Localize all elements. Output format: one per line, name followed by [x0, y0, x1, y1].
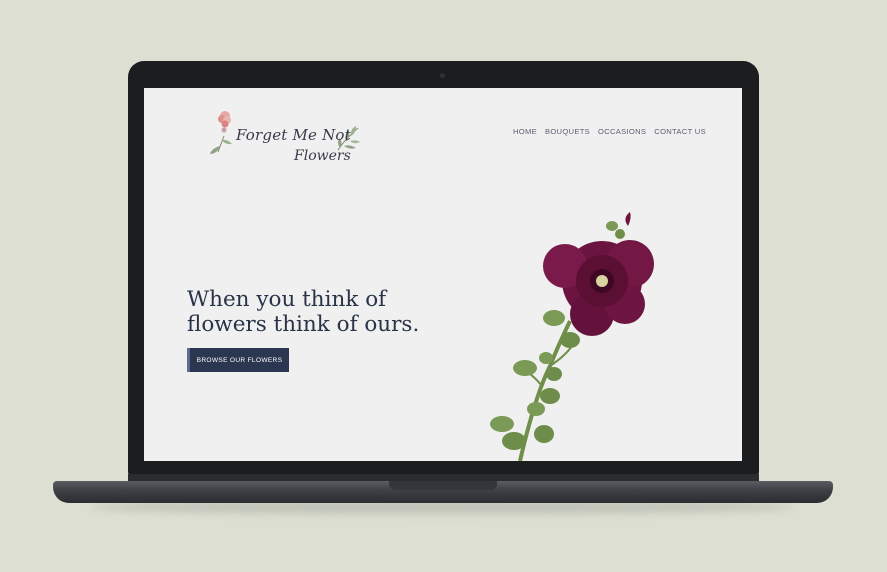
website-screen: Forget Me Not Flowers HOME BOUQUETS OCCA… [144, 88, 742, 461]
brand-subtitle: Flowers [294, 148, 351, 164]
camera-icon [440, 73, 445, 78]
hero-heading-line-1: When you think of [187, 287, 387, 312]
hollyhock-flower-image [490, 212, 654, 461]
main-navigation: HOME BOUQUETS OCCASIONS CONTACT US [513, 127, 706, 136]
nav-occasions[interactable]: OCCASIONS [598, 127, 646, 136]
nav-home[interactable]: HOME [513, 127, 537, 136]
laptop-notch [389, 481, 497, 490]
nav-contact-us[interactable]: CONTACT US [654, 127, 706, 136]
hero-heading-line-2: flowers think of ours. [187, 312, 420, 337]
hero-heading: When you think of flowers think of ours. [187, 287, 447, 337]
browse-flowers-button[interactable]: BROWSE OUR FLOWERS [187, 348, 289, 372]
brand-name: Forget Me Not [236, 126, 351, 144]
nav-bouquets[interactable]: BOUQUETS [545, 127, 590, 136]
